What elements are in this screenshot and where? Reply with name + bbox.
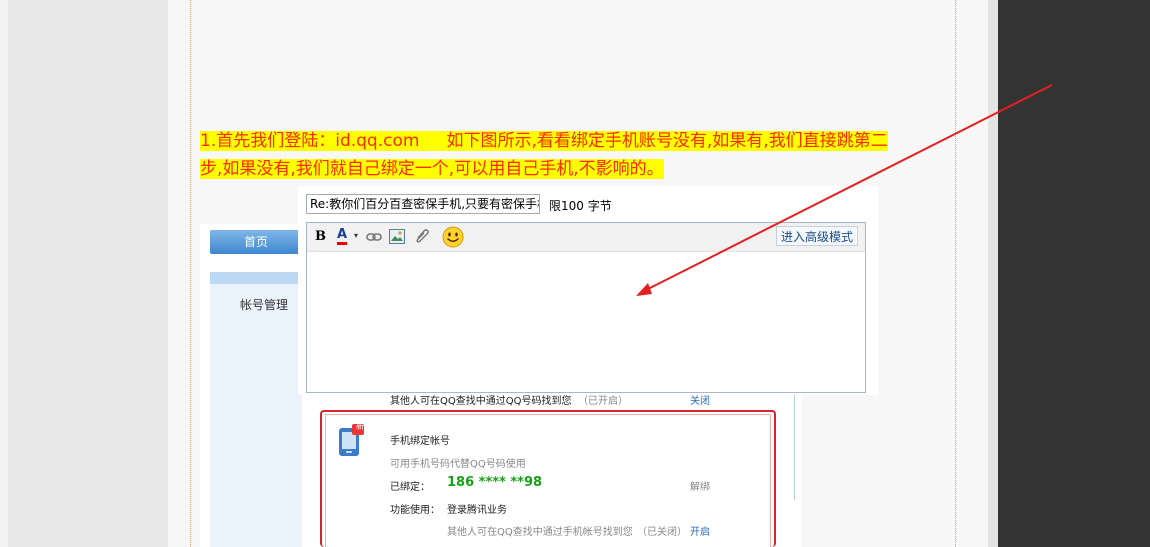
side-nav-header — [210, 272, 302, 284]
phone-find-text: 其他人可在QQ查找中通过手机帐号找到您 — [447, 527, 633, 538]
side-nav-account-management: 帐号管理 — [240, 298, 289, 312]
bold-button[interactable]: B — [315, 229, 326, 244]
attachment-icon[interactable] — [414, 228, 430, 245]
card-description: 可用手机号码代替QQ号码使用 — [390, 459, 526, 470]
instruction-paragraph: 1.首先我们登陆：id.qq.com 如下图所示,看看绑定手机账号没有,如果有,… — [200, 127, 940, 183]
outer-left-margin — [0, 0, 8, 547]
instruction-line-2: 步,如果没有,我们就自己绑定一个,可以用自己手机,不影响的。 — [200, 159, 664, 179]
advanced-mode-button[interactable]: 进入高级模式 — [776, 226, 859, 246]
bound-phone-number: 186 **** **98 — [447, 475, 543, 490]
phone-find-status: （已关闭） — [637, 527, 687, 538]
image-icon[interactable] — [389, 229, 405, 244]
link-icon[interactable] — [366, 232, 382, 242]
left-gutter — [8, 0, 168, 547]
dark-side-panel — [998, 0, 1150, 547]
instruction-line-1: 1.首先我们登陆：id.qq.com 如下图所示,看看绑定手机账号没有,如果有,… — [200, 131, 888, 151]
card-title: 手机绑定帐号 — [390, 436, 450, 447]
phone-find-open-link: 开启 — [690, 527, 710, 538]
font-color-icon: A — [337, 227, 348, 245]
right-gutter — [988, 0, 998, 547]
emoji-icon[interactable] — [442, 226, 464, 248]
font-color-dropdown-icon[interactable]: ▾ — [354, 231, 358, 240]
function-value: 登录腾讯业务 — [447, 505, 507, 516]
bound-label: 已绑定： — [390, 482, 430, 493]
new-badge: 新 — [356, 422, 364, 431]
font-color-button[interactable]: A — [337, 227, 348, 245]
nav-home-button: 首页 — [210, 230, 302, 254]
reply-title-input[interactable]: Re:教你们百分百查密保手机,只要有密保手机 — [306, 194, 540, 214]
content-divider — [794, 395, 795, 500]
side-nav-panel — [210, 284, 302, 547]
title-limit-text: 限100 字节 — [549, 199, 612, 213]
unbind-link: 解绑 — [690, 482, 710, 493]
function-label: 功能使用： — [390, 505, 440, 516]
